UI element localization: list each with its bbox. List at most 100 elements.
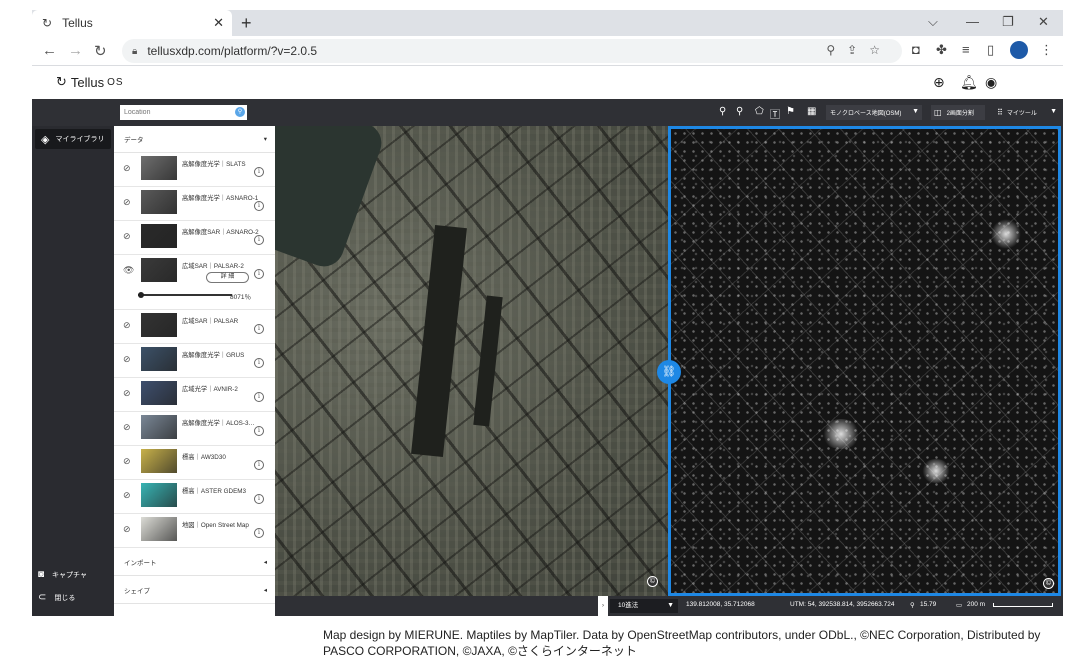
eye-off-icon[interactable]: ⊘ [123,456,131,467]
layer-row[interactable]: 👁︎ 広域SAR｜PALSAR-2 i 詳 細 8071％ [114,255,275,310]
extensions-icon[interactable]: ✤ [936,42,947,58]
side-panel-icon[interactable]: ▯ [987,42,994,58]
globe-icon[interactable]: ⊕ [933,74,945,91]
layer-row[interactable]: ⊘ 高解像度光学｜ASNARO-1 i [114,187,275,221]
app-header: ↻ Tellus OS ⊕ 🔔︎ ◉ [32,67,1063,99]
layer-name: 広域光学｜AVNIR-2 [182,386,238,393]
layer-name: 高解像度SAR｜ASNARO-2 [182,229,259,236]
restore-icon[interactable]: ❐ [1002,14,1014,30]
eye-off-icon[interactable]: ⊘ [123,524,131,535]
basemap-select[interactable]: モノクロベース地図(OSM) ▼ [826,105,922,120]
back-icon[interactable]: ← [42,42,57,59]
layer-name: 標高｜AW3D30 [182,454,226,461]
media-icon[interactable]: ≡ [962,42,970,57]
layer-thumbnail [141,415,177,439]
profile-avatar[interactable] [1010,41,1028,59]
bell-icon[interactable]: 🔔︎ [960,74,978,91]
layer-row[interactable]: ⊘ 広域光学｜AVNIR-2 i [114,378,275,412]
browser-tab[interactable]: ↻ Tellus ✕ [32,10,232,36]
mytool-button[interactable]: ⠿ マイツール ▼ [994,105,1059,120]
info-icon[interactable]: i [254,426,264,436]
info-icon[interactable]: i [254,494,264,504]
layer-thumbnail [141,483,177,507]
tellus-logo[interactable]: ↻ Tellus OS [56,74,124,90]
eye-off-icon[interactable]: ⊘ [123,197,131,208]
eye-off-icon[interactable]: ⊘ [123,490,131,501]
data-section-header[interactable]: データ ▾ [114,126,275,153]
info-icon[interactable]: i [254,269,264,279]
minimize-icon[interactable]: — [966,14,979,29]
info-icon[interactable]: i [254,167,264,177]
eye-icon[interactable]: 👁︎ [123,265,134,276]
layer-row[interactable]: ⊘ 標高｜ASTER GDEM3 i [114,480,275,514]
omnibox-actions[interactable]: ⚲⇪☆ [826,43,892,57]
sar-map-view[interactable]: © [668,126,1061,596]
layer-row[interactable]: ⊘ 標高｜AW3D30 i [114,446,275,480]
camera-extension-icon[interactable]: ◘ [912,42,920,57]
capture-button[interactable]: ◙ キャプチャ [38,569,87,580]
detail-button[interactable]: 詳 細 [206,272,249,283]
layer-name: 地図｜Open Street Map [182,522,249,529]
search-icon[interactable]: ⚲ [235,107,245,117]
browser-menu-icon[interactable]: ⋮ [1040,42,1053,58]
layer-row[interactable]: ⊘ 広域SAR｜PALSAR i [114,310,275,344]
close-tab-icon[interactable]: ✕ [213,15,224,31]
zoom-out-icon[interactable]: ⚲ [736,106,743,117]
forward-icon[interactable]: → [68,42,83,59]
info-icon[interactable]: i [254,201,264,211]
shape-section[interactable]: シェイプ ◂ [114,576,275,604]
coord-format-select[interactable]: 10進法 ▼ [610,599,678,613]
layer-thumbnail [141,313,177,337]
close-window-icon[interactable]: ✕ [1038,14,1049,30]
layer-row[interactable]: ⊘ 高解像度光学｜ALOS-3… i [114,412,275,446]
info-icon[interactable]: i [254,392,264,402]
info-icon[interactable]: i [254,358,264,368]
opacity-slider-track[interactable] [138,294,232,296]
info-icon[interactable]: i [254,324,264,334]
info-icon[interactable]: i [254,460,264,470]
eye-off-icon[interactable]: ⊘ [123,422,131,433]
reload-icon[interactable]: ↻ [94,42,107,60]
import-section[interactable]: インポート ◂ [114,548,275,576]
close-panel-button[interactable]: ⊂ 閉じる [38,592,75,603]
browser-tabstrip: ↻ Tellus ✕ + ⌵ — ❐ ✕ [32,10,1063,36]
marker-tool-icon[interactable]: ⚑ [786,106,795,117]
info-icon[interactable]: i [254,528,264,538]
copyright-icon[interactable]: © [647,576,658,587]
layer-row[interactable]: ⊘ 地図｜Open Street Map i [114,514,275,548]
sar-bright-area [921,459,951,483]
import-label: インポート [124,559,157,567]
optical-map-view[interactable]: © [275,126,668,596]
layer-row[interactable]: ⊘ 高解像度SAR｜ASNARO-2 i [114,221,275,255]
copyright-icon[interactable]: © [1043,578,1054,589]
polygon-tool-icon[interactable]: ⬠ [755,106,764,117]
my-library-button[interactable]: ◈ マイライブラリ [35,129,111,149]
address-bar[interactable]: 🔒︎ tellusxdp.com/platform/?v=2.0.5 ⚲⇪☆ [122,39,902,63]
river-area [275,126,388,272]
eye-off-icon[interactable]: ⊘ [123,163,131,174]
account-icon[interactable]: ◉ [985,74,997,91]
sync-link-icon[interactable]: ⛓ [657,360,681,384]
eye-off-icon[interactable]: ⊘ [123,320,131,331]
eye-off-icon[interactable]: ⊘ [123,231,131,242]
statusbar-toggle[interactable]: › [598,596,608,616]
split-view-button[interactable]: ◫ 2画面分割 [931,105,985,120]
zoom-in-icon[interactable]: ⚲ [719,106,726,117]
text-tool-icon[interactable]: 🅃 [770,106,780,121]
layer-thumbnail [141,449,177,473]
opacity-slider-handle[interactable] [138,292,144,298]
layer-row[interactable]: ⊘ 高解像度光学｜GRUS i [114,344,275,378]
layer-thumbnail [141,190,177,214]
chevron-down-icon: ▼ [1050,108,1057,115]
tab-search-icon[interactable]: ⌵ [928,14,938,30]
layer-row[interactable]: ⊘ 高解像度光学｜SLATS i [114,153,275,187]
location-search-input[interactable] [120,105,247,120]
capture-label: キャプチャ [52,571,87,579]
grid-tool-icon[interactable]: ▦ [807,106,816,117]
info-icon[interactable]: i [254,235,264,245]
eye-off-icon[interactable]: ⊘ [123,388,131,399]
building-shadow [473,295,503,427]
new-tab-icon[interactable]: + [241,13,252,34]
eye-off-icon[interactable]: ⊘ [123,354,131,365]
url-text: tellusxdp.com/platform/?v=2.0.5 [147,44,318,58]
